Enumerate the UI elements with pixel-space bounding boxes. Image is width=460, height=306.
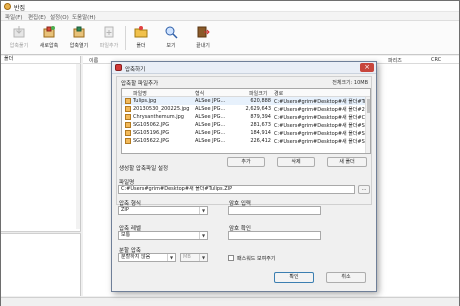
- exit-icon: [197, 26, 210, 38]
- status-bar: [1, 297, 459, 306]
- extract-icon: [13, 26, 25, 38]
- settings-section-label: 생성할 압축파일 설정: [119, 166, 169, 172]
- file-row[interactable]: SG105622.JPG ALSee JPG... 226,412 C:#Use…: [122, 137, 365, 145]
- exit-button[interactable]: 끝내기: [188, 25, 218, 53]
- extract-button[interactable]: 압축풀기: [4, 25, 34, 53]
- view-icon: [165, 26, 178, 39]
- toolbar: 압축풀기 새로압축 압축열기 파일추가 폴더 보기 끝내기: [1, 21, 459, 55]
- file-row[interactable]: Tulips.jpg ALSee JPG... 620,888 C:#Users…: [122, 97, 365, 105]
- image-file-icon: [125, 114, 131, 120]
- app-icon: [4, 3, 11, 10]
- browse-button[interactable]: ...: [358, 185, 370, 194]
- menu-edit[interactable]: 편집(E): [28, 13, 46, 21]
- menu-file[interactable]: 파일(F): [5, 13, 23, 21]
- new-folder-button[interactable]: 새 폴더: [327, 157, 367, 167]
- chevron-down-icon: ▼: [199, 254, 207, 261]
- chevron-down-icon: ▼: [167, 254, 175, 261]
- level-select[interactable]: 보통 ▼: [118, 231, 208, 240]
- view-button[interactable]: 보기: [156, 25, 186, 53]
- dialog-title: 압축하기: [125, 67, 146, 73]
- dialog-app-icon: [115, 64, 122, 71]
- column-name[interactable]: 이름: [89, 57, 98, 64]
- folder-tree-scrollbar[interactable]: [76, 64, 80, 229]
- file-row[interactable]: SG105196.JPG ALSee JPG... 184,914 C:#Use…: [122, 129, 365, 137]
- show-password-checkbox[interactable]: [228, 255, 234, 261]
- image-file-icon: [125, 130, 131, 136]
- filename-field[interactable]: C:#Users#grim#Desktop#새 폴더#Tulips.ZIP: [118, 185, 355, 194]
- delete-button[interactable]: 삭제: [277, 157, 315, 167]
- password-field[interactable]: [228, 206, 321, 215]
- folder-tree-pane[interactable]: 폴더: [1, 56, 81, 296]
- image-file-icon: [125, 138, 131, 144]
- col-path[interactable]: 경로: [274, 90, 283, 97]
- format-select[interactable]: ZIP ▼: [118, 206, 208, 215]
- column-size[interactable]: 파리즈: [388, 57, 402, 64]
- split-select[interactable]: 분할하지 않음 ▼: [118, 253, 176, 262]
- total-size-label: 전체크기: 10MB: [332, 80, 368, 86]
- file-row[interactable]: Chrysanthemum.jpg ALSee JPG... 879,394 C…: [122, 113, 365, 121]
- compress-dialog: 압축하기 × 압축할 파일추가 전체크기: 10MB 파일명 형식 파일크기 경…: [111, 61, 377, 292]
- show-password-label: 패스워드 보여주기: [237, 256, 276, 262]
- ok-button[interactable]: 확인: [274, 272, 314, 283]
- folder-tree-header: 폴더: [1, 56, 81, 64]
- cancel-button[interactable]: 취소: [326, 272, 366, 283]
- close-icon[interactable]: ×: [360, 63, 374, 72]
- file-row[interactable]: SG105062.JPG ALSee JPG... 281,673 C:#Use…: [122, 121, 365, 129]
- file-list-scrollbar[interactable]: [365, 97, 370, 153]
- file-row[interactable]: 20130530_200225.jpg ALSee JPG... 2,629,6…: [122, 105, 365, 113]
- open-archive-icon: [73, 26, 85, 38]
- chevron-down-icon: ▼: [199, 232, 207, 239]
- title-bar: 반집: [1, 1, 459, 12]
- add-file-button[interactable]: 파일추가: [94, 25, 124, 53]
- dialog-title-bar: 압축하기 ×: [112, 62, 376, 74]
- pane-splitter[interactable]: [1, 231, 81, 234]
- menu-bar: 파일(F) 편집(E) 설정(O) 도움말(H): [1, 12, 459, 21]
- password-confirm-field[interactable]: [228, 231, 321, 240]
- folder-button[interactable]: 폴더: [126, 25, 156, 53]
- image-file-icon: [125, 122, 131, 128]
- open-archive-button[interactable]: 압축열기: [64, 25, 94, 53]
- files-section-label: 압축할 파일추가: [121, 81, 159, 87]
- add-file-icon: [104, 26, 114, 38]
- col-filename[interactable]: 파일명: [133, 90, 147, 97]
- add-button[interactable]: 추가: [227, 157, 265, 167]
- window-title: 반집: [14, 5, 26, 12]
- split-unit-select[interactable]: MB ▼: [180, 253, 208, 262]
- menu-help[interactable]: 도움말(H): [72, 13, 96, 21]
- new-archive-icon: [43, 26, 55, 38]
- menu-settings[interactable]: 설정(O): [50, 13, 69, 21]
- col-type[interactable]: 형식: [195, 90, 204, 97]
- new-archive-button[interactable]: 새로압축: [34, 25, 64, 53]
- file-list-header: 파일명 형식 파일크기 경로: [122, 89, 370, 97]
- file-list[interactable]: 파일명 형식 파일크기 경로 Tulips.jpg ALSee JPG... 6…: [121, 88, 371, 154]
- chevron-down-icon: ▼: [199, 207, 207, 214]
- column-crc[interactable]: CRC: [431, 57, 441, 63]
- scrollbar-thumb[interactable]: [367, 99, 370, 113]
- folder-icon: [134, 26, 148, 38]
- col-size[interactable]: 파일크기: [249, 90, 267, 97]
- image-file-icon: [125, 98, 131, 104]
- image-file-icon: [125, 106, 131, 112]
